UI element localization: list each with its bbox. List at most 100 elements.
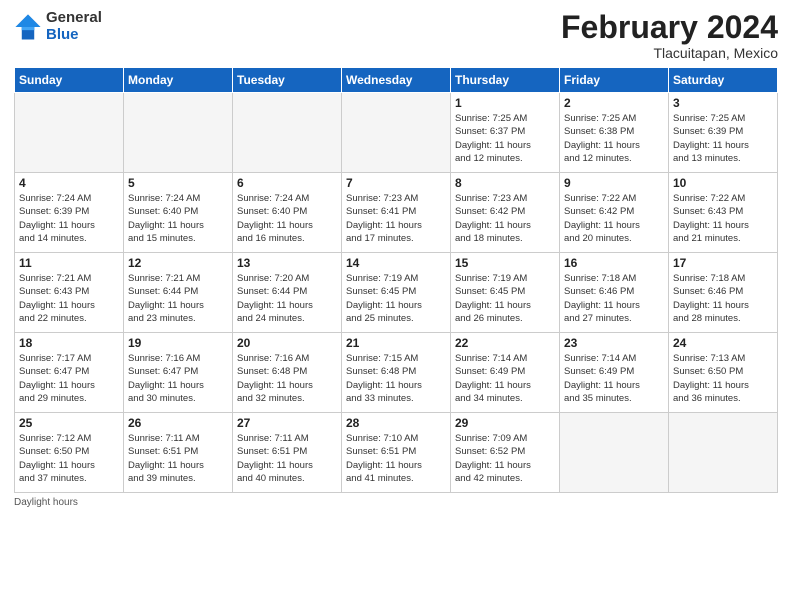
day-info: Sunrise: 7:25 AMSunset: 6:37 PMDaylight:… [455, 112, 555, 165]
day-info: Sunrise: 7:14 AMSunset: 6:49 PMDaylight:… [564, 352, 664, 405]
calendar-header-row: SundayMondayTuesdayWednesdayThursdayFrid… [15, 68, 778, 93]
calendar-cell: 7Sunrise: 7:23 AMSunset: 6:41 PMDaylight… [342, 173, 451, 253]
day-number: 19 [128, 336, 228, 350]
calendar-week-2: 11 Sunrise: 7:21 AMSunset: 6:43 PMDayligh… [15, 253, 778, 333]
day-info: Sunrise: 7:17 AMSunset: 6:47 PMDaylight:… [19, 352, 119, 405]
day-number: 28 [346, 416, 446, 430]
day-info: Sunrise: 7:23 AMSunset: 6:42 PMDaylight:… [455, 192, 555, 245]
footer: Daylight hours [14, 497, 778, 508]
day-number: 13 [237, 256, 337, 270]
calendar-cell: 27 Sunrise: 7:11 AMSunset: 6:51 PMDayligh… [233, 413, 342, 493]
day-info: Sunrise: 7:21 AMSunset: 6:44 PMDaylight:… [128, 272, 228, 325]
calendar-header-friday: Friday [560, 68, 669, 93]
calendar-cell: 12Sunrise: 7:21 AMSunset: 6:44 PMDayligh… [124, 253, 233, 333]
day-number: 11 [19, 256, 119, 270]
calendar-cell: 15Sunrise: 7:19 AMSunset: 6:45 PMDayligh… [451, 253, 560, 333]
logo-blue: Blue [46, 27, 102, 44]
calendar-cell: 3Sunrise: 7:25 AMSunset: 6:39 PMDaylight… [669, 93, 778, 173]
calendar-header-wednesday: Wednesday [342, 68, 451, 93]
calendar-cell: 26 Sunrise: 7:11 AMSunset: 6:51 PMDayligh… [124, 413, 233, 493]
day-info: Sunrise: 7:11 AMSunset: 6:51 PMDaylight:… [128, 432, 228, 485]
daylight-label: Daylight hours [14, 497, 78, 508]
location-title: Tlacuitapan, Mexico [561, 45, 778, 61]
day-number: 25 [19, 416, 119, 430]
logo: General Blue [14, 10, 102, 43]
calendar-cell: 1 Sunrise: 7:25 AMSunset: 6:37 PMDaylight… [451, 93, 560, 173]
calendar-cell [560, 413, 669, 493]
day-number: 22 [455, 336, 555, 350]
calendar-cell [15, 93, 124, 173]
day-number: 29 [455, 416, 555, 430]
day-info: Sunrise: 7:23 AMSunset: 6:41 PMDaylight:… [346, 192, 446, 245]
day-number: 1 [455, 96, 555, 110]
calendar-cell: 10 Sunrise: 7:22 AMSunset: 6:43 PMDayligh… [669, 173, 778, 253]
day-info: Sunrise: 7:19 AMSunset: 6:45 PMDaylight:… [346, 272, 446, 325]
calendar-cell: 14 Sunrise: 7:19 AMSunset: 6:45 PMDayligh… [342, 253, 451, 333]
day-info: Sunrise: 7:21 AMSunset: 6:43 PMDaylight:… [19, 272, 119, 325]
day-number: 8 [455, 176, 555, 190]
calendar-cell: 5 Sunrise: 7:24 AMSunset: 6:40 PMDaylight… [124, 173, 233, 253]
day-info: Sunrise: 7:16 AMSunset: 6:48 PMDaylight:… [237, 352, 337, 405]
logo-text: General Blue [46, 10, 102, 43]
calendar-cell: 16Sunrise: 7:18 AMSunset: 6:46 PMDayligh… [560, 253, 669, 333]
calendar-cell: 4 Sunrise: 7:24 AMSunset: 6:39 PMDaylight… [15, 173, 124, 253]
day-info: Sunrise: 7:16 AMSunset: 6:47 PMDaylight:… [128, 352, 228, 405]
calendar-cell: 29 Sunrise: 7:09 AMSunset: 6:52 PMDayligh… [451, 413, 560, 493]
calendar-week-0: 1 Sunrise: 7:25 AMSunset: 6:37 PMDaylight… [15, 93, 778, 173]
calendar-week-3: 18 Sunrise: 7:17 AMSunset: 6:47 PMDayligh… [15, 333, 778, 413]
day-info: Sunrise: 7:12 AMSunset: 6:50 PMDaylight:… [19, 432, 119, 485]
day-info: Sunrise: 7:13 AMSunset: 6:50 PMDaylight:… [673, 352, 773, 405]
day-number: 23 [564, 336, 664, 350]
calendar-cell: 6Sunrise: 7:24 AMSunset: 6:40 PMDaylight… [233, 173, 342, 253]
day-number: 10 [673, 176, 773, 190]
day-number: 21 [346, 336, 446, 350]
day-number: 18 [19, 336, 119, 350]
calendar-cell [669, 413, 778, 493]
day-number: 14 [346, 256, 446, 270]
calendar-week-4: 25 Sunrise: 7:12 AMSunset: 6:50 PMDayligh… [15, 413, 778, 493]
calendar-cell: 13 Sunrise: 7:20 AMSunset: 6:44 PMDayligh… [233, 253, 342, 333]
logo-general: General [46, 10, 102, 27]
calendar-week-1: 4 Sunrise: 7:24 AMSunset: 6:39 PMDaylight… [15, 173, 778, 253]
calendar-cell: 19 Sunrise: 7:16 AMSunset: 6:47 PMDayligh… [124, 333, 233, 413]
calendar-cell: 17 Sunrise: 7:18 AMSunset: 6:46 PMDayligh… [669, 253, 778, 333]
day-info: Sunrise: 7:25 AMSunset: 6:39 PMDaylight:… [673, 112, 773, 165]
calendar-cell: 22Sunrise: 7:14 AMSunset: 6:49 PMDayligh… [451, 333, 560, 413]
calendar-header-tuesday: Tuesday [233, 68, 342, 93]
title-block: February 2024 Tlacuitapan, Mexico [561, 10, 778, 61]
calendar-cell [124, 93, 233, 173]
day-info: Sunrise: 7:18 AMSunset: 6:46 PMDaylight:… [673, 272, 773, 325]
day-number: 15 [455, 256, 555, 270]
calendar-table: SundayMondayTuesdayWednesdayThursdayFrid… [14, 67, 778, 493]
calendar-header-sunday: Sunday [15, 68, 124, 93]
day-info: Sunrise: 7:09 AMSunset: 6:52 PMDaylight:… [455, 432, 555, 485]
day-info: Sunrise: 7:24 AMSunset: 6:40 PMDaylight:… [128, 192, 228, 245]
day-info: Sunrise: 7:24 AMSunset: 6:39 PMDaylight:… [19, 192, 119, 245]
day-number: 17 [673, 256, 773, 270]
day-info: Sunrise: 7:22 AMSunset: 6:43 PMDaylight:… [673, 192, 773, 245]
day-info: Sunrise: 7:11 AMSunset: 6:51 PMDaylight:… [237, 432, 337, 485]
day-info: Sunrise: 7:15 AMSunset: 6:48 PMDaylight:… [346, 352, 446, 405]
calendar-cell: 25 Sunrise: 7:12 AMSunset: 6:50 PMDayligh… [15, 413, 124, 493]
calendar-header-monday: Monday [124, 68, 233, 93]
day-info: Sunrise: 7:18 AMSunset: 6:46 PMDaylight:… [564, 272, 664, 325]
day-number: 2 [564, 96, 664, 110]
month-title: February 2024 [561, 10, 778, 45]
day-number: 5 [128, 176, 228, 190]
day-info: Sunrise: 7:24 AMSunset: 6:40 PMDaylight:… [237, 192, 337, 245]
day-info: Sunrise: 7:22 AMSunset: 6:42 PMDaylight:… [564, 192, 664, 245]
calendar-cell: 9 Sunrise: 7:22 AMSunset: 6:42 PMDaylight… [560, 173, 669, 253]
calendar-cell: 20Sunrise: 7:16 AMSunset: 6:48 PMDayligh… [233, 333, 342, 413]
page: General Blue February 2024 Tlacuitapan, … [0, 0, 792, 612]
calendar-cell: 18 Sunrise: 7:17 AMSunset: 6:47 PMDayligh… [15, 333, 124, 413]
calendar-cell: 2 Sunrise: 7:25 AMSunset: 6:38 PMDaylight… [560, 93, 669, 173]
calendar-cell [342, 93, 451, 173]
calendar-header-thursday: Thursday [451, 68, 560, 93]
day-number: 26 [128, 416, 228, 430]
day-number: 9 [564, 176, 664, 190]
day-number: 27 [237, 416, 337, 430]
calendar-cell: 21 Sunrise: 7:15 AMSunset: 6:48 PMDayligh… [342, 333, 451, 413]
day-info: Sunrise: 7:20 AMSunset: 6:44 PMDaylight:… [237, 272, 337, 325]
day-number: 4 [19, 176, 119, 190]
day-info: Sunrise: 7:25 AMSunset: 6:38 PMDaylight:… [564, 112, 664, 165]
